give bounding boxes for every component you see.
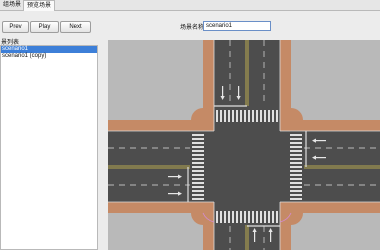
next-button[interactable]: Next	[60, 21, 91, 33]
scenario-name-input[interactable]: scenario1	[203, 21, 271, 31]
scenario-name-label: 场景名称	[180, 25, 205, 31]
play-button[interactable]: Play	[30, 21, 59, 33]
intersection-map[interactable]	[108, 40, 380, 250]
tab-preview-scenario[interactable]: 预览场景	[23, 0, 55, 11]
scenario-list[interactable]: scenario1 scenario1 (copy)	[0, 45, 98, 250]
tab-bar: 组场景 预览场景	[0, 0, 380, 11]
prev-button[interactable]: Prev	[2, 21, 29, 33]
scenario-list-item[interactable]: scenario1 (copy)	[1, 53, 97, 60]
scenario-list-item[interactable]: scenario1	[1, 46, 97, 53]
